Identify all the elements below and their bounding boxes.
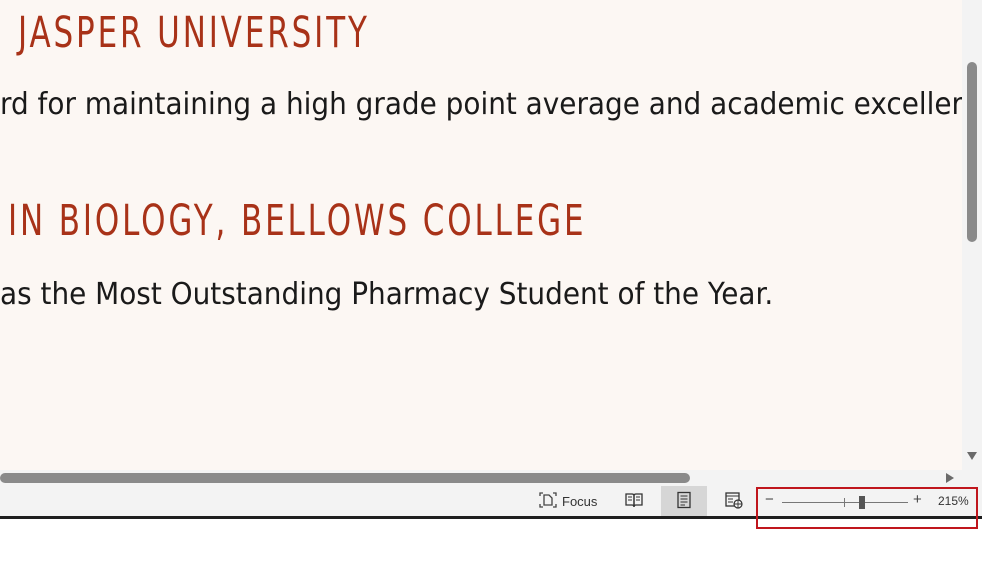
page-icon (675, 491, 693, 512)
heading-university: JASPER UNIVERSITY (18, 8, 370, 58)
vertical-scrollbar[interactable] (962, 0, 982, 470)
scroll-down-arrow-icon[interactable] (967, 452, 977, 460)
book-icon (624, 491, 644, 512)
focus-icon (538, 491, 558, 512)
horizontal-scroll-thumb[interactable] (0, 473, 690, 483)
heading-degree: IN BIOLOGY, BELLOWS COLLEGE (8, 196, 587, 246)
print-layout-button[interactable] (661, 486, 707, 516)
read-mode-button[interactable] (611, 486, 657, 516)
scroll-right-arrow-icon[interactable] (946, 473, 954, 483)
paragraph-student: as the Most Outstanding Pharmacy Student… (0, 277, 774, 312)
paragraph-award: rd for maintaining a high grade point av… (0, 87, 962, 122)
scrollbar-corner (962, 470, 982, 486)
document-canvas[interactable]: JASPER UNIVERSITY rd for maintaining a h… (0, 0, 962, 470)
web-page-icon (724, 491, 744, 512)
web-layout-button[interactable] (711, 486, 757, 516)
focus-button[interactable]: Focus (538, 486, 597, 516)
horizontal-scrollbar[interactable] (0, 470, 962, 486)
zoom-highlight-box (756, 487, 978, 529)
vertical-scroll-thumb[interactable] (967, 62, 977, 242)
focus-label: Focus (562, 493, 598, 509)
